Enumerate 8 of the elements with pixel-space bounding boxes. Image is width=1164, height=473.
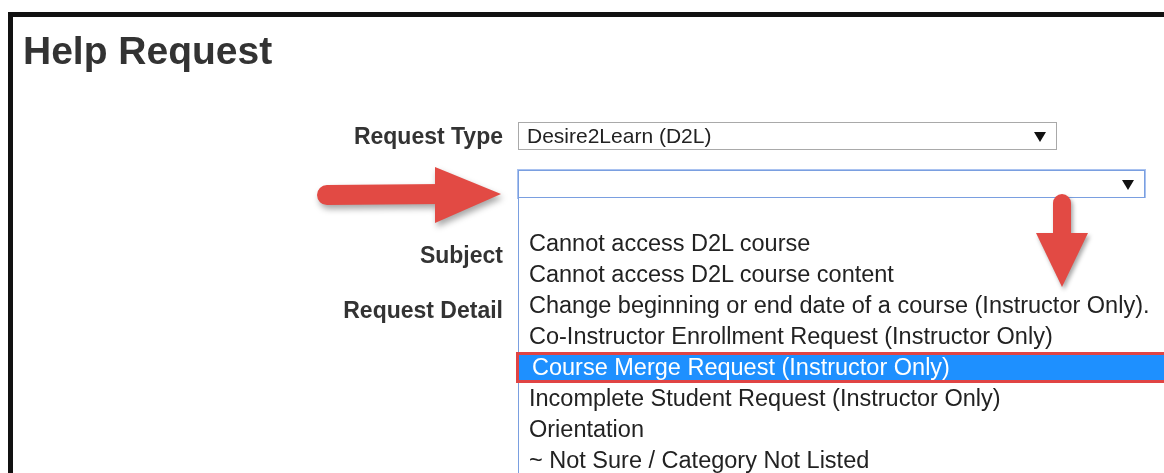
caret-icon: [1034, 130, 1046, 142]
page-title: Help Request: [22, 28, 274, 70]
dropdown-select[interactable]: [518, 170, 1145, 198]
dropdown-select[interactable]: Desire2Learn (D2L): [518, 122, 1057, 150]
caret-icon: [1122, 178, 1134, 190]
field-label: Request Detail: [343, 296, 504, 324]
field-label: Subject: [419, 241, 504, 269]
field-label: Request Type: [353, 122, 504, 150]
